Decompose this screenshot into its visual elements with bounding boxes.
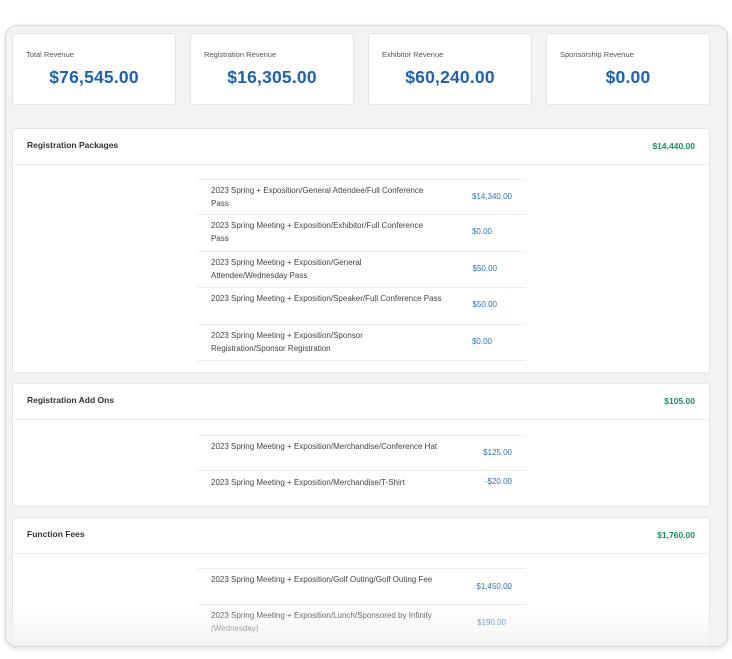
kpi-value: $60,240.00 xyxy=(405,67,495,87)
line-item-name: 2023 Spring Meeting + Exposition/Sponsor… xyxy=(211,331,363,353)
line-item-name: 2023 Spring Meeting + Exposition/Lunch/S… xyxy=(211,611,432,633)
line-item: 2023 Spring Meeting + Exposition/General… xyxy=(197,252,526,288)
section-total: $1,760.00 xyxy=(657,530,695,540)
kpi-exhibitor-revenue: Exhibitor Revenue $60,240.00 xyxy=(368,33,532,105)
line-item-amount: $190.00 xyxy=(477,618,506,627)
line-item-name: 2023 Spring Meeting + Exposition/Speaker… xyxy=(211,294,442,303)
line-item-list: 2023 Spring Meeting + Exposition/Merchan… xyxy=(197,435,526,495)
report-panel: Total Revenue $76,545.00 Registration Re… xyxy=(5,25,728,647)
kpi-value: $16,305.00 xyxy=(227,67,317,87)
section-header[interactable]: Registration Add Ons $105.00 xyxy=(13,384,709,420)
kpi-registration-revenue: Registration Revenue $16,305.00 xyxy=(190,33,354,105)
line-item-list: 2023 Spring + Exposition/General Attende… xyxy=(197,179,526,361)
line-item-name: 2023 Spring Meeting + Exposition/General… xyxy=(211,258,362,280)
kpi-label: Registration Revenue xyxy=(204,50,277,59)
line-item-amount: $1,450.00 xyxy=(476,582,512,591)
line-item-amount: $0.00 xyxy=(471,227,492,236)
line-item-amount: $14,340.00 xyxy=(471,192,512,201)
line-item: 2023 Spring Meeting + Exposition/Lunch/S… xyxy=(197,605,526,642)
section-total: $105.00 xyxy=(664,396,695,406)
line-item-name: 2023 Spring Meeting + Exposition/Golf Ou… xyxy=(211,575,433,584)
line-item-amount: $0.00 xyxy=(471,337,492,346)
line-item: 2023 Spring Meeting + Exposition/Merchan… xyxy=(197,435,526,471)
line-item: 2023 Spring + Exposition/General Attende… xyxy=(197,179,526,215)
section-title: Function Fees xyxy=(27,529,85,539)
line-item-name: 2023 Spring Meeting + Exposition/Merchan… xyxy=(211,442,438,451)
kpi-label: Total Revenue xyxy=(26,50,74,59)
kpi-label: Exhibitor Revenue xyxy=(382,50,444,59)
line-item: 2023 Spring Meeting + Exposition/Sponsor… xyxy=(197,325,526,361)
section-header[interactable]: Function Fees $1,760.00 xyxy=(13,518,709,554)
section-function-fees: Function Fees $1,760.00 2023 Spring Meet… xyxy=(12,517,710,646)
kpi-label: Sponsorship Revenue xyxy=(560,50,634,59)
line-item: 2023 Spring Meeting + Exposition/Merchan… xyxy=(197,471,526,495)
line-item-amount: $125.00 xyxy=(483,448,512,457)
line-item-amount: -$20.00 xyxy=(484,477,512,486)
line-item: 2023 Spring Meeting + Exposition/Exhibit… xyxy=(197,215,526,252)
section-header[interactable]: Registration Packages $14,440.00 xyxy=(13,129,709,165)
line-item-name: 2023 Spring Meeting + Exposition/Merchan… xyxy=(211,478,405,487)
line-item: 2023 Spring Meeting + Exposition/Golf Ou… xyxy=(197,568,526,605)
section-title: Registration Add Ons xyxy=(27,395,115,405)
line-item-amount: $50.00 xyxy=(472,264,497,273)
kpi-total-revenue: Total Revenue $76,545.00 xyxy=(12,33,176,105)
kpi-sponsorship-revenue: Sponsorship Revenue $0.00 xyxy=(546,33,710,105)
section-total: $14,440.00 xyxy=(652,141,695,151)
kpi-value: $0.00 xyxy=(605,67,651,87)
line-item: 2023 Spring Meeting + Exposition/Speaker… xyxy=(197,288,526,325)
section-registration-packages: Registration Packages $14,440.00 2023 Sp… xyxy=(12,128,710,373)
line-item-amount: $50.00 xyxy=(472,300,497,309)
line-item-list: 2023 Spring Meeting + Exposition/Golf Ou… xyxy=(197,568,526,642)
line-item-name: 2023 Spring + Exposition/General Attende… xyxy=(211,186,424,208)
section-registration-add-ons: Registration Add Ons $105.00 2023 Spring… xyxy=(12,383,710,507)
revenue-summary: Total Revenue $76,545.00 Registration Re… xyxy=(12,33,721,105)
line-item-name: 2023 Spring Meeting + Exposition/Exhibit… xyxy=(211,221,423,243)
section-title: Registration Packages xyxy=(27,140,119,150)
kpi-value: $76,545.00 xyxy=(49,67,139,87)
